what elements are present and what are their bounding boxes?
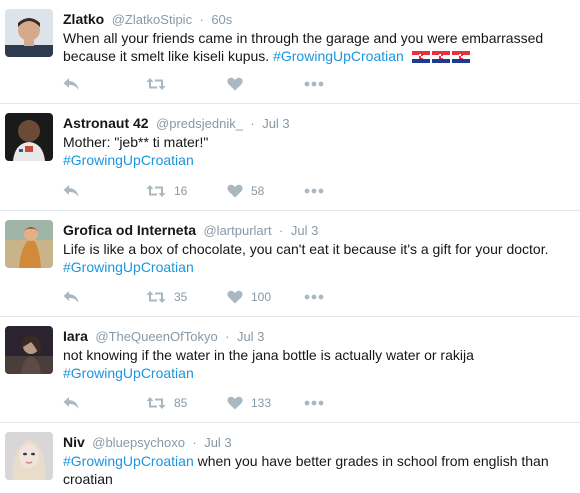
display-name[interactable]: Niv — [63, 434, 85, 450]
reply-icon — [63, 291, 79, 303]
username[interactable]: @TheQueenOfTokyo — [95, 329, 217, 344]
avatar[interactable] — [5, 432, 53, 480]
tweet[interactable]: Zlatko @ZlatkoStipic · 60s When all your… — [0, 0, 580, 104]
hashtag-link[interactable]: #GrowingUpCroatian — [63, 151, 568, 169]
avatar[interactable] — [5, 113, 53, 161]
flag-emoji-group — [411, 51, 470, 63]
tweet-text: not knowing if the water in the jana bot… — [63, 346, 568, 382]
reply-icon — [63, 78, 79, 90]
tweet-text: Life is like a box of chocolate, you can… — [63, 240, 568, 276]
more-icon — [304, 294, 324, 300]
username[interactable]: @bluepsychoxo — [92, 435, 185, 450]
separator: · — [250, 116, 255, 131]
tweet-actions: 35 100 — [63, 288, 363, 306]
avatar[interactable] — [5, 220, 53, 268]
display-name[interactable]: Grofica od Interneta — [63, 222, 196, 238]
tweet[interactable]: Astronaut 42 @predsjednik_ · Jul 3 Mothe… — [0, 104, 580, 211]
more-icon — [304, 188, 324, 194]
more-button[interactable] — [304, 288, 324, 306]
like-count: 100 — [251, 290, 272, 304]
reply-button[interactable] — [63, 288, 79, 306]
tweet-actions: 16 58 — [63, 182, 363, 200]
like-count: 133 — [251, 396, 272, 410]
more-button[interactable] — [304, 394, 324, 412]
more-button[interactable] — [304, 182, 324, 200]
tweet-actions — [63, 75, 363, 93]
reply-icon — [63, 185, 79, 197]
retweet-icon — [146, 397, 166, 409]
display-name[interactable]: Iara — [63, 328, 88, 344]
reply-button[interactable] — [63, 182, 79, 200]
like-button[interactable]: 58 — [227, 182, 264, 200]
retweet-icon — [146, 185, 166, 197]
retweet-icon — [146, 291, 166, 303]
retweet-button[interactable]: 16 — [146, 182, 187, 200]
like-button[interactable]: 100 — [227, 288, 271, 306]
retweet-button[interactable] — [146, 75, 174, 93]
heart-icon — [227, 77, 243, 91]
separator: · — [279, 223, 284, 238]
hashtag-link[interactable]: #GrowingUpCroatian — [273, 48, 404, 64]
heart-icon — [227, 184, 243, 198]
retweet-button[interactable]: 35 — [146, 288, 187, 306]
timestamp[interactable]: Jul 3 — [291, 223, 318, 238]
tweet-feed: Zlatko @ZlatkoStipic · 60s When all your… — [0, 0, 580, 493]
retweet-icon — [146, 78, 166, 90]
hashtag-link[interactable]: #GrowingUpCroatian — [63, 364, 568, 382]
tweet-header: Zlatko @ZlatkoStipic · 60s — [63, 10, 570, 28]
username[interactable]: @ZlatkoStipic — [112, 12, 192, 27]
separator: · — [192, 435, 197, 450]
hashtag-link[interactable]: #GrowingUpCroatian — [63, 453, 194, 469]
tweet-text-content: Life is like a box of chocolate, you can… — [63, 241, 549, 257]
retweet-count: 35 — [174, 290, 188, 304]
more-icon — [304, 81, 324, 87]
heart-icon — [227, 396, 243, 410]
avatar[interactable] — [5, 9, 53, 57]
hashtag-link[interactable]: #GrowingUpCroatian — [63, 258, 568, 276]
retweet-button[interactable]: 85 — [146, 394, 187, 412]
like-button[interactable] — [227, 75, 251, 93]
timestamp[interactable]: Jul 3 — [262, 116, 289, 131]
tweet[interactable]: Iara @TheQueenOfTokyo · Jul 3 not knowin… — [0, 317, 580, 423]
like-count: 58 — [251, 184, 265, 198]
timestamp[interactable]: Jul 3 — [237, 329, 264, 344]
heart-icon — [227, 290, 243, 304]
tweet[interactable]: Grofica od Interneta @lartpurlart · Jul … — [0, 211, 580, 317]
tweet-text-content: not knowing if the water in the jana bot… — [63, 347, 474, 363]
tweet-text-content: Mother: "jeb** ti mater!" — [63, 134, 209, 150]
username[interactable]: @predsjednik_ — [156, 116, 243, 131]
reply-icon — [63, 397, 79, 409]
avatar[interactable] — [5, 326, 53, 374]
tweet-header: Niv @bluepsychoxo · Jul 3 — [63, 433, 570, 451]
timestamp[interactable]: Jul 3 — [204, 435, 231, 450]
tweet-header: Grofica od Interneta @lartpurlart · Jul … — [63, 221, 570, 239]
display-name[interactable]: Astronaut 42 — [63, 115, 149, 131]
reply-button[interactable] — [63, 75, 79, 93]
tweet-text: Mother: "jeb** ti mater!" #GrowingUpCroa… — [63, 133, 568, 169]
tweet-header: Iara @TheQueenOfTokyo · Jul 3 — [63, 327, 570, 345]
like-button[interactable]: 133 — [227, 394, 271, 412]
display-name[interactable]: Zlatko — [63, 11, 104, 27]
more-icon — [304, 400, 324, 406]
croatia-flag-icon — [411, 51, 430, 63]
separator: · — [225, 329, 230, 344]
croatia-flag-icon — [431, 51, 450, 63]
retweet-count: 16 — [174, 184, 188, 198]
username[interactable]: @lartpurlart — [203, 223, 271, 238]
timestamp[interactable]: 60s — [211, 12, 232, 27]
croatia-flag-icon — [451, 51, 470, 63]
separator: · — [199, 12, 204, 27]
tweet[interactable]: Niv @bluepsychoxo · Jul 3 #GrowingUpCroa… — [0, 423, 580, 493]
tweet-text: #GrowingUpCroatian when you have better … — [63, 452, 568, 488]
reply-button[interactable] — [63, 394, 79, 412]
tweet-header: Astronaut 42 @predsjednik_ · Jul 3 — [63, 114, 570, 132]
tweet-text: When all your friends came in through th… — [63, 29, 568, 65]
more-button[interactable] — [304, 75, 324, 93]
tweet-actions: 85 133 — [63, 394, 363, 412]
retweet-count: 85 — [174, 396, 188, 410]
